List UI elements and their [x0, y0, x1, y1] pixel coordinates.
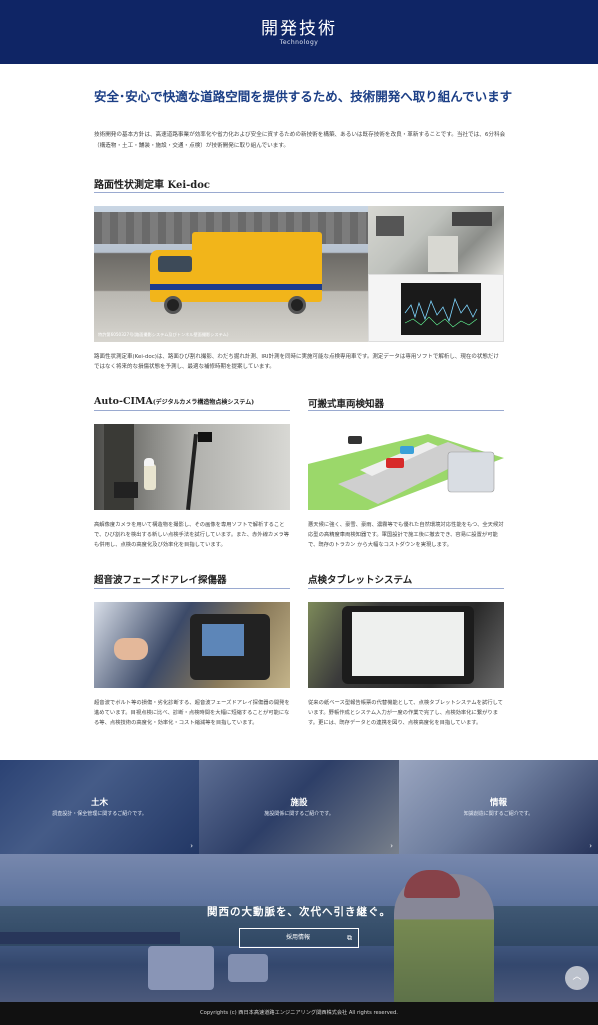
chevron-right-icon: ›	[390, 842, 393, 850]
recruit-hero: 関西の大動脈を、次代へ引き継ぐ。 採用情報 ⧉	[0, 854, 598, 1002]
worker-figure	[144, 464, 156, 490]
camera	[198, 432, 212, 442]
tile-doboku[interactable]: 土木 調査設計・保全管理に関するご紹介です。 ›	[0, 760, 199, 854]
inspection-truck	[146, 230, 324, 314]
device-screen	[202, 624, 244, 656]
intro-body: 技術開発の基本方針は、高速道路事業が効率化や省力化および安全に資するための新技術…	[94, 132, 506, 149]
auto-cima-title: Auto-CIMA(デジタルカメラ構造物点検システム)	[94, 396, 254, 407]
copyright-text: Copyrights (c) 西日本高速道路エンジニアリング関西株式会社 All…	[200, 1010, 398, 1016]
auto-cima-photo	[94, 424, 290, 510]
tile-subtitle: 施設関係に関するご紹介です。	[264, 811, 334, 817]
chevron-up-icon: ︿	[572, 972, 582, 982]
truck-stripe	[150, 284, 322, 290]
hero-copy: 関西の大動脈を、次代へ引き継ぐ。	[207, 906, 391, 918]
site-footer: Copyrights (c) 西日本高速道路エンジニアリング関西株式会社 All…	[0, 1002, 598, 1025]
page-subtitle: Technology	[279, 39, 319, 46]
tile-subtitle: 知識創造に関するご紹介です。	[463, 811, 534, 817]
tile-subtitle: 調査設計・保全管理に関するご紹介です。	[52, 811, 147, 817]
keidoc-truck-photo: 特許第6050327号(路面撮影システム及びトンネル壁面撮影システム)	[94, 206, 368, 342]
kanou-divider	[308, 410, 504, 411]
tablet-screen	[352, 612, 464, 676]
site-header: 開発技術 Technology	[0, 0, 598, 64]
keidoc-title: 路面性状測定車 Kei-doc	[94, 180, 211, 191]
truck-body	[192, 232, 322, 302]
keidoc-description: 路面性状測定車(Kei-doc)は、路面ひび割れ撮影、わだち掘れ計測、IRI計測…	[94, 354, 499, 370]
equipment-panel	[376, 216, 404, 236]
category-tiles: 土木 調査設計・保全管理に関するご紹介です。 › 施設 施設関係に関するご紹介で…	[0, 760, 598, 854]
truck-windshield	[158, 256, 192, 272]
kanou-description: 悪天候に強く、豪雪、豪雨、濃霧等でも優れた自然環境対応性能をもつ、全天候対応型の…	[308, 522, 504, 548]
kanou-illustration	[308, 424, 504, 510]
waveform-graph	[404, 297, 478, 328]
tablet-title: 点検タブレットシステム	[308, 575, 413, 586]
truck-wheel	[288, 296, 306, 314]
chevron-right-icon: ›	[589, 842, 592, 850]
ultrasonic-photo	[94, 602, 290, 688]
keidoc-divider	[94, 192, 504, 193]
auto-cima-title-main: Auto-CIMA	[94, 396, 153, 407]
equipment-panel	[452, 212, 492, 226]
tablet-divider	[308, 588, 504, 589]
ultrasonic-divider	[94, 588, 290, 589]
road-illustration	[308, 434, 504, 510]
auto-cima-title-note: (デジタルカメラ構造物点検システム)	[152, 399, 255, 406]
auto-cima-description: 高解像度カメラを用いて構造物を撮影し、その画像を専用ソフトで解析することで、ひび…	[94, 522, 290, 548]
tile-shisetsu[interactable]: 施設 施設関係に関するご紹介です。 ›	[199, 760, 399, 854]
auto-cima-divider	[94, 410, 290, 411]
tile-title: 施設	[290, 798, 308, 808]
helmet	[144, 458, 154, 466]
ultrasonic-title: 超音波フェーズドアレイ探傷器	[94, 575, 227, 586]
keidoc-interior-photo	[368, 206, 504, 274]
tile-title: 情報	[489, 798, 507, 808]
back-to-top-button[interactable]: ︿	[565, 966, 589, 990]
ultrasonic-description: 超音波でボルト等の損傷・劣化診断する、超音波フェーズドアレイ探傷器の開発を進めて…	[94, 700, 290, 726]
chevron-right-icon: ›	[190, 842, 193, 850]
page-title: 開発技術	[261, 19, 337, 39]
external-link-icon: ⧉	[347, 934, 352, 942]
tile-joho[interactable]: 情報 知識創造に関するご紹介です。 ›	[399, 760, 598, 854]
kanou-title: 可搬式車両検知器	[308, 399, 385, 410]
seat	[428, 236, 458, 272]
tablet-description: 従来の紙ベース型報告帳票の代替機能として、点検タブレットシステムを試行しています…	[308, 700, 503, 726]
truck-wheel	[164, 296, 182, 314]
tablet-photo	[308, 602, 504, 688]
keidoc-graph-photo	[368, 274, 504, 342]
hand	[114, 638, 148, 660]
tile-title: 土木	[90, 798, 108, 808]
keidoc-photo-caption: 特許第6050327号(路面撮影システム及びトンネル壁面撮影システム)	[98, 332, 229, 337]
recruit-button[interactable]: 採用情報 ⧉	[239, 928, 359, 948]
recruit-button-label: 採用情報	[286, 934, 311, 941]
intro-lead: 安全･安心で快適な道路空間を提供するため、技術開発へ取り組んでいます	[94, 89, 513, 104]
tripod-leg	[186, 433, 198, 510]
laptop	[114, 482, 138, 498]
graph-screen	[401, 283, 481, 335]
